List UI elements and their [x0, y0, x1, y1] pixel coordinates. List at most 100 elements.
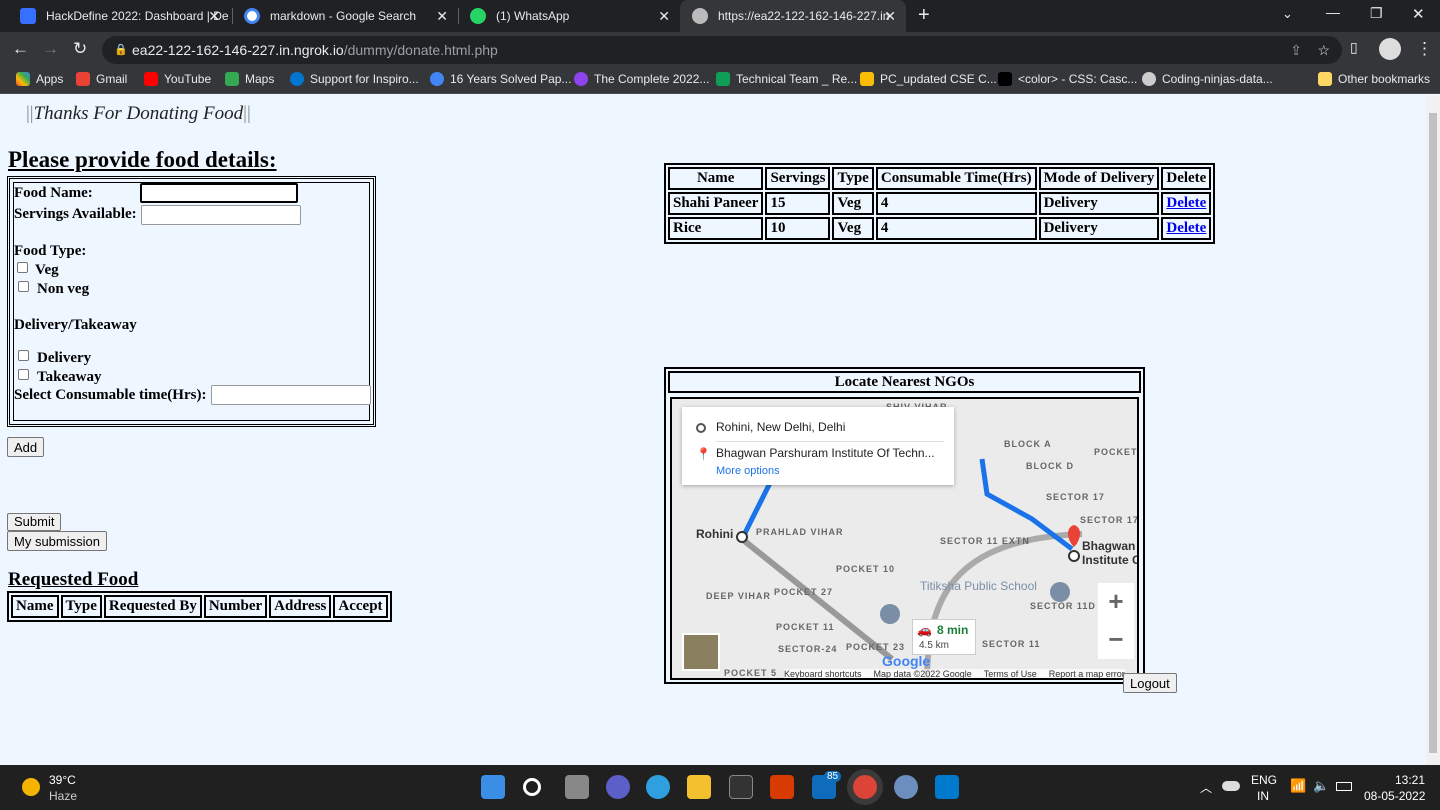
thanks-message: ||Thanks For Donating Food||: [26, 103, 251, 124]
side-panel-icon[interactable]: ▯: [1350, 39, 1358, 56]
school-pin-icon: [880, 604, 900, 624]
vscode-icon[interactable]: [935, 775, 959, 799]
bookmark-css-color[interactable]: <color> - CSS: Casc...: [998, 72, 1137, 86]
bookmark-maps[interactable]: Maps: [225, 72, 274, 86]
language[interactable]: ENG: [1251, 773, 1277, 787]
delivery-checkbox[interactable]: [18, 350, 29, 361]
clock-time[interactable]: 13:21: [1395, 773, 1425, 787]
bookmark-star-icon[interactable]: ☆: [1317, 36, 1330, 64]
reload-icon[interactable]: ↻: [73, 39, 87, 59]
bookmark-solved-papers[interactable]: 16 Years Solved Pap...: [430, 72, 571, 86]
bookmark-gmail[interactable]: Gmail: [76, 72, 127, 86]
zoom-out-button[interactable]: −: [1098, 621, 1134, 659]
requested-food-title: Requested Food: [8, 569, 139, 590]
start-icon[interactable]: [481, 775, 505, 799]
cloud-icon[interactable]: [1222, 781, 1240, 791]
zoom-in-button[interactable]: +: [1098, 583, 1134, 621]
battery-icon[interactable]: [1336, 782, 1352, 791]
address-bar[interactable]: 🔒 ea22-122-162-146-227.in.ngrok.io/dummy/…: [102, 36, 1342, 64]
temperature[interactable]: 39°C: [49, 773, 76, 787]
bookmark-apps[interactable]: Apps: [16, 72, 63, 86]
bookmark-dell[interactable]: Support for Inspiro...: [290, 72, 419, 86]
bookmark-github[interactable]: Coding-ninjas-data...: [1142, 72, 1273, 86]
cell-name: Shahi Paneer: [668, 192, 764, 215]
minimize-button[interactable]: —: [1326, 4, 1340, 20]
takeaway-checkbox[interactable]: [18, 369, 29, 380]
terms-link[interactable]: Terms of Use: [984, 669, 1037, 678]
show-hidden-icons[interactable]: ︿: [1200, 779, 1212, 796]
my-submission-button[interactable]: My submission: [7, 531, 107, 551]
new-tab-button[interactable]: +: [918, 4, 930, 27]
food-name-input[interactable]: [140, 183, 298, 203]
restore-button[interactable]: ❐: [1370, 5, 1383, 22]
school-pin-icon: [1050, 582, 1070, 602]
edge-icon[interactable]: [646, 775, 670, 799]
more-options-link[interactable]: More options: [716, 465, 780, 477]
requested-food-table: Name Type Requested By Number Address Ac…: [7, 591, 392, 622]
veg-checkbox[interactable]: [17, 262, 28, 273]
keyboard-shortcuts-link[interactable]: Keyboard shortcuts: [784, 669, 862, 678]
submit-button[interactable]: Submit: [7, 513, 62, 531]
delete-link[interactable]: Delete: [1166, 195, 1206, 211]
tab-search-icon[interactable]: ⌄: [1282, 6, 1293, 22]
column-header: Number: [203, 595, 268, 618]
windows-taskbar: 39°C Haze 85 ︿ ENG IN 📶 🔈 13:21 08-05-20…: [0, 765, 1440, 810]
column-header: Delete: [1161, 167, 1212, 190]
devfolio-icon: [20, 8, 36, 24]
chrome-icon[interactable]: [853, 775, 877, 799]
column-header: Accept: [333, 595, 388, 618]
clock-date[interactable]: 08-05-2022: [1364, 789, 1425, 803]
bookmark-technical-team[interactable]: Technical Team _ Re...: [716, 72, 857, 86]
tab-hackdefine[interactable]: HackDefine 2022: Dashboard | De ✕: [8, 0, 230, 32]
close-tab-icon[interactable]: ✕: [884, 8, 896, 25]
destination-pin-icon: [1068, 525, 1080, 547]
browser-toolbar: ← → ↻ 🔒 ea22-122-162-146-227.in.ngrok.io/…: [0, 32, 1440, 66]
lock-icon: 🔒: [114, 44, 128, 56]
origin-circle-icon: [696, 423, 706, 433]
bookmark-youtube[interactable]: YouTube: [144, 72, 211, 86]
google-map[interactable]: SHIV VIHAR BLOCK A BLOCK D POCKET 9 SECT…: [670, 397, 1139, 680]
servings-input[interactable]: [141, 205, 301, 225]
close-window-button[interactable]: ✕: [1412, 5, 1425, 23]
other-bookmarks[interactable]: Other bookmarks: [1318, 72, 1430, 86]
cell-name: Rice: [668, 217, 764, 240]
share-icon[interactable]: ⇪: [1290, 36, 1302, 64]
page-scrollbar[interactable]: [1426, 95, 1440, 765]
teams-chat-icon[interactable]: [606, 775, 630, 799]
delete-link[interactable]: Delete: [1166, 220, 1206, 236]
tab-active-donate[interactable]: https://ea22-122-162-146-227.in ✕: [680, 0, 906, 32]
weather-text[interactable]: Haze: [49, 789, 77, 803]
tab-google-search[interactable]: markdown - Google Search ✕: [232, 0, 458, 32]
route-info-box[interactable]: 🚗 8 min 4.5 km: [912, 619, 976, 655]
bookmark-pc-updated[interactable]: PC_updated CSE C...: [860, 72, 997, 86]
bookmark-complete-2022[interactable]: The Complete 2022...: [574, 72, 709, 86]
wifi-icon[interactable]: 📶: [1290, 778, 1306, 794]
non-veg-checkbox[interactable]: [18, 281, 29, 292]
menu-icon[interactable]: ⋮: [1416, 39, 1433, 59]
veg-label: Veg: [35, 262, 59, 278]
close-tab-icon[interactable]: ✕: [658, 8, 670, 25]
task-view-icon[interactable]: [565, 775, 589, 799]
close-tab-icon[interactable]: ✕: [436, 8, 448, 25]
search-icon[interactable]: [523, 778, 541, 796]
app-icon[interactable]: [894, 775, 918, 799]
satellite-toggle[interactable]: [682, 633, 720, 671]
tab-whatsapp[interactable]: (1) WhatsApp ✕: [458, 0, 680, 32]
logout-button[interactable]: Logout: [1123, 673, 1177, 693]
consumable-time-input[interactable]: [211, 385, 371, 405]
cell-delete: Delete: [1161, 192, 1212, 215]
forward-icon[interactable]: →: [42, 39, 59, 59]
volume-icon[interactable]: 🔈: [1313, 778, 1329, 794]
google-logo: Google: [882, 653, 931, 669]
back-icon[interactable]: ←: [12, 39, 29, 59]
report-error-link[interactable]: Report a map error: [1049, 669, 1125, 678]
office-icon[interactable]: [770, 775, 794, 799]
file-explorer-icon[interactable]: [687, 775, 711, 799]
add-button[interactable]: Add: [7, 437, 45, 457]
close-tab-icon[interactable]: ✕: [208, 8, 220, 25]
destination-pin-icon: 📍: [696, 447, 711, 461]
profile-avatar[interactable]: [1379, 38, 1401, 60]
mysql-icon[interactable]: [729, 775, 753, 799]
region[interactable]: IN: [1257, 789, 1269, 803]
destination-marker: [1068, 550, 1080, 562]
